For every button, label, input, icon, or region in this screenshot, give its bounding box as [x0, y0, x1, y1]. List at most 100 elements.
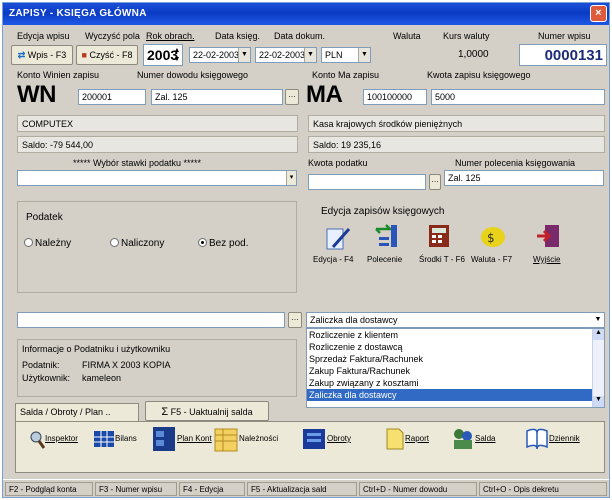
label-kurs-waluty: Kurs waluty: [443, 31, 490, 41]
svg-text:$: $: [487, 231, 495, 245]
uaktualnij-label: F5 - Uaktualnij salda: [170, 407, 253, 417]
chevron-down-icon[interactable]: ▼: [358, 48, 370, 62]
edycja-button-label[interactable]: Edycja - F4: [313, 255, 353, 264]
scrollbar[interactable]: ▲ ▼: [592, 329, 604, 407]
main-window: ZAPISY - KSIĘGA GŁÓWNA × Edycja wpisu Wy…: [2, 2, 610, 498]
ledger-icon: [303, 429, 325, 449]
wn-konto-input[interactable]: 200001: [78, 89, 146, 105]
info-group: Informacje o Podatniku i użytkowniku Pod…: [17, 339, 297, 397]
czysc-button[interactable]: ■ Czyść - F8: [76, 45, 138, 65]
chevron-down-icon[interactable]: ▾: [286, 171, 296, 185]
label-waluta: Waluta: [393, 31, 421, 41]
radio-naliczony[interactable]: Naliczony: [110, 238, 164, 249]
raport-button[interactable]: Raport: [385, 427, 429, 463]
label-kwota-podatku: Kwota podatku: [308, 158, 368, 168]
tab-salda[interactable]: Salda / Obroty / Plan ..: [15, 403, 139, 421]
numer-polecenia-input[interactable]: Zal. 125: [444, 170, 604, 186]
obroty-button[interactable]: Obroty: [301, 427, 351, 463]
srodki-button-label[interactable]: Środki T - F6: [419, 255, 465, 264]
label-edycja-wpisu: Edycja wpisu: [17, 31, 70, 41]
bilans-button[interactable]: Bilans: [93, 429, 137, 465]
radio-nalezny-label: Należny: [35, 238, 72, 249]
chevron-down-icon[interactable]: ▼: [238, 48, 250, 62]
edit-icon[interactable]: [323, 225, 351, 251]
opis-text-input[interactable]: [17, 312, 285, 328]
status-item: F4 - Edycja: [179, 482, 245, 496]
ma-konto-input[interactable]: 100100000: [363, 89, 427, 105]
wn-lookup-button[interactable]: …: [285, 89, 299, 105]
waluta-button-label[interactable]: Waluta - F7: [471, 255, 512, 264]
status-item: F3 - Numer wpisu: [95, 482, 177, 496]
title-bar: ZAPISY - KSIĘGA GŁÓWNA ×: [3, 3, 609, 25]
waluta-select[interactable]: PLN ▼: [321, 47, 371, 63]
label-data-ksieg: Data księg.: [215, 31, 261, 41]
ma-kwota-input[interactable]: 5000: [431, 89, 605, 105]
list-item[interactable]: Sprzedaż Faktura/Rachunek: [307, 353, 604, 365]
plan-kont-button[interactable]: Plan Kont: [151, 425, 212, 461]
uzytkownik-label: Użytkownik:: [22, 373, 71, 383]
exit-door-icon[interactable]: [535, 223, 563, 249]
kwota-lookup-button[interactable]: …: [429, 174, 441, 190]
radio-bez-pod-label: Bez pod.: [209, 238, 249, 249]
rok-spinner[interactable]: 2003 ▲ ▼: [143, 44, 183, 66]
label-konto-ma: Konto Ma zapisu: [312, 70, 380, 80]
podatnik-value: FIRMA X 2003 KOPIA: [82, 360, 171, 370]
radio-nalezny[interactable]: Należny: [24, 238, 71, 249]
opis-select[interactable]: Zaliczka dla dostawcy ▼: [306, 312, 605, 328]
book-icon: [526, 428, 548, 450]
plan-icon: [153, 427, 175, 451]
status-item: Ctrl+O - Opis dekretu: [479, 482, 607, 496]
obroty-label: Obroty: [327, 434, 352, 444]
radio-bez-pod[interactable]: Bez pod.: [198, 238, 248, 249]
calculator-icon[interactable]: [425, 223, 453, 249]
wn-dowod-input[interactable]: Zal. 125: [151, 89, 283, 105]
list-item-selected[interactable]: Zaliczka dla dostawcy: [307, 389, 604, 401]
radio-icon: [24, 238, 33, 247]
eraser-icon: ■: [81, 50, 87, 60]
kwota-podatku-input[interactable]: [308, 174, 426, 190]
arrows-icon: ⇄: [17, 50, 26, 60]
label-wybor-stawki: ***** Wybór stawki podatku *****: [73, 158, 201, 168]
list-item[interactable]: Rozliczenie z dostawcą: [307, 341, 604, 353]
wn-label: WN: [17, 81, 56, 108]
wyjscie-button-label[interactable]: Wyjście: [533, 255, 560, 264]
list-item[interactable]: Rozliczenie z klientem: [307, 329, 604, 341]
salda-button[interactable]: Salda: [451, 427, 495, 463]
label-numer-polecenia: Numer polecenia księgowania: [455, 158, 576, 168]
chevron-down-icon[interactable]: ▼: [304, 48, 316, 62]
dziennik-button[interactable]: Dziennik: [525, 427, 580, 463]
status-item: F2 - Podgląd konta: [5, 482, 93, 496]
waluta-value: PLN: [325, 50, 343, 60]
wpis-button[interactable]: ⇄ Wpis - F3: [11, 45, 73, 65]
czysc-button-label: Czyść - F8: [89, 50, 133, 60]
list-item[interactable]: Zakup związany z kosztami: [307, 377, 604, 389]
naleznosci-button[interactable]: Należności: [213, 425, 278, 461]
list-item[interactable]: Zakup Faktura/Rachunek: [307, 365, 604, 377]
polecenie-icon[interactable]: [373, 223, 401, 249]
close-button[interactable]: ×: [590, 5, 607, 22]
label-data-dokum: Data dokum.: [274, 31, 326, 41]
stawka-podatku-select[interactable]: ▾: [17, 170, 297, 186]
podatek-group: Podatek Należny Naliczony Bez pod.: [17, 201, 297, 293]
dziennik-label: Dziennik: [549, 434, 580, 444]
scroll-down-icon[interactable]: ▼: [593, 396, 604, 407]
status-item: Ctrl+D - Numer dowodu: [359, 482, 477, 496]
currency-icon[interactable]: $: [479, 223, 507, 249]
opis-lookup-button[interactable]: …: [288, 312, 302, 328]
ellipsis-icon: …: [291, 313, 299, 322]
inspektor-button[interactable]: Inspektor: [29, 429, 78, 465]
radio-naliczony-label: Naliczony: [121, 238, 165, 249]
magnifier-icon: [30, 431, 46, 449]
sheet-icon: [214, 428, 238, 452]
chevron-down-icon[interactable]: ▼: [592, 313, 604, 327]
window-title: ZAPISY - KSIĘGA GŁÓWNA: [9, 8, 147, 19]
data-dokum-select[interactable]: 22-02-2003 ▼: [255, 47, 317, 63]
spinner-arrows-icon[interactable]: ▲ ▼: [173, 46, 181, 64]
data-ksieg-select[interactable]: 22-02-2003 ▼: [189, 47, 251, 63]
wpis-button-label: Wpis - F3: [27, 50, 67, 60]
opis-dropdown-list[interactable]: Rozliczenie z klientem Rozliczenie z dos…: [306, 328, 605, 408]
polecenie-button-label[interactable]: Polecenie: [367, 255, 402, 264]
uaktualnij-salda-button[interactable]: Σ F5 - Uaktualnij salda: [145, 401, 269, 421]
ma-name: Kasa krajowych środków pieniężnych: [308, 115, 605, 132]
scroll-up-icon[interactable]: ▲: [593, 329, 604, 340]
